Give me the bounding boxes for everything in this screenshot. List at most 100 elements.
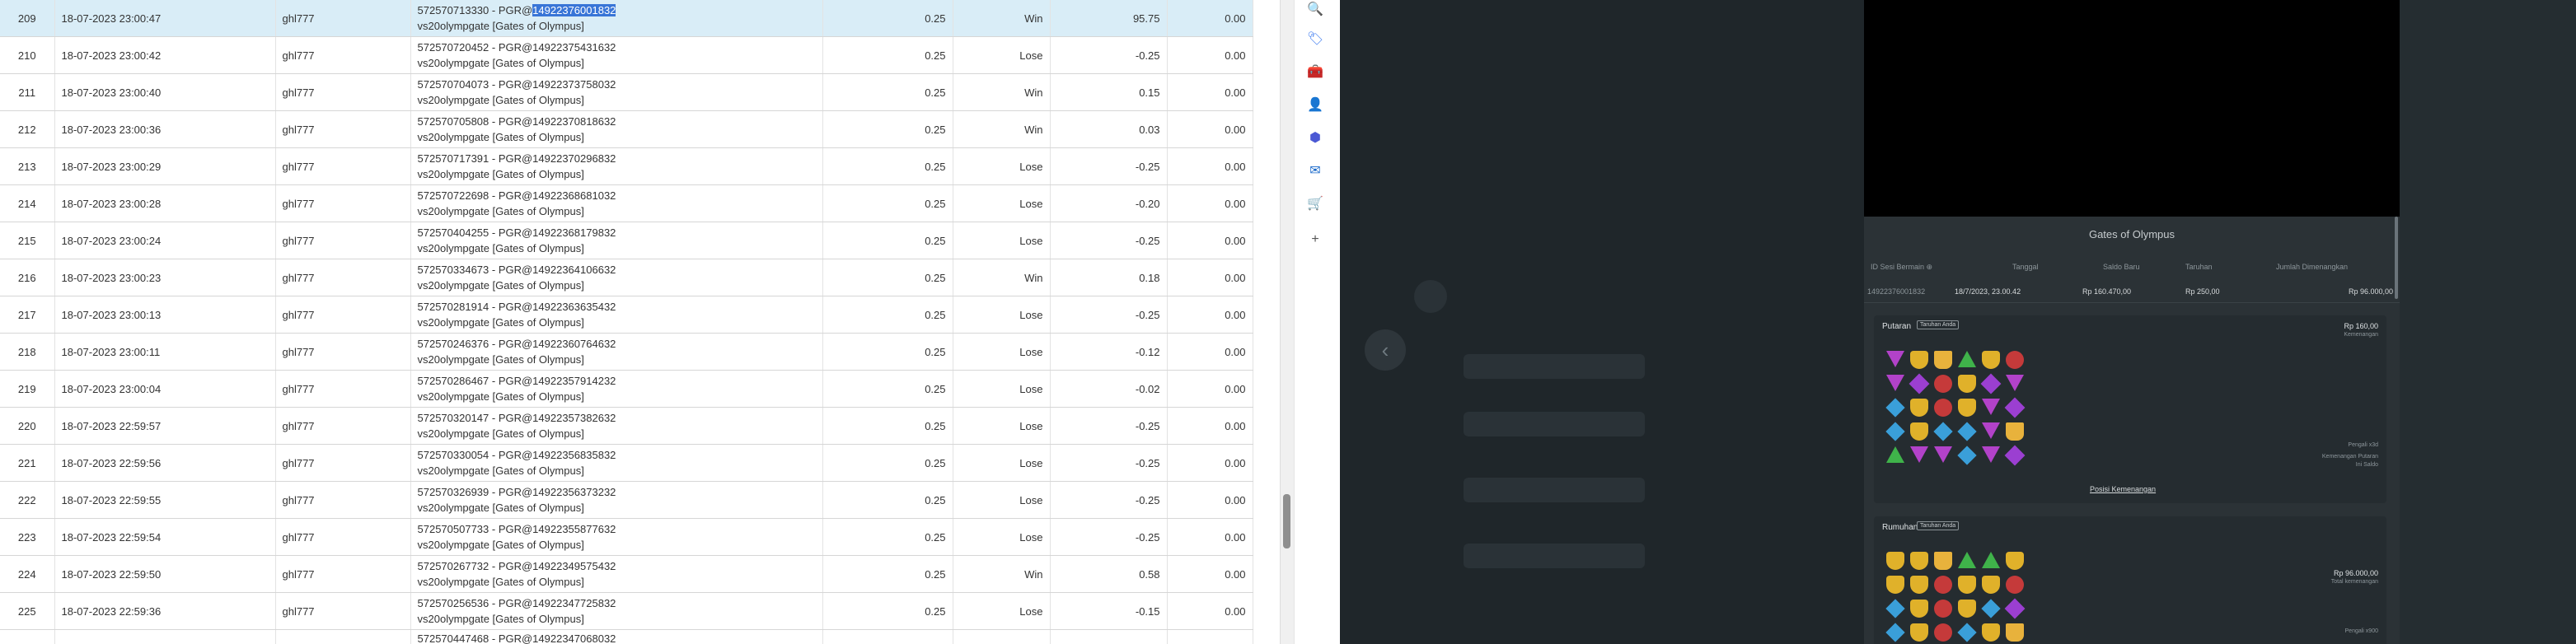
slot-symbol-icon xyxy=(1958,375,1976,393)
table-row[interactable]: 218 18-07-2023 23:00:11 ghl777 572570246… xyxy=(0,333,1253,371)
row-game[interactable]: 572570267732 - PGR@14922349575432 vs20ol… xyxy=(410,555,823,593)
scrollbar-thumb[interactable] xyxy=(1283,494,1290,548)
row-date xyxy=(54,629,276,644)
row-amount: 0.25 xyxy=(822,296,953,334)
table-row[interactable]: 212 18-07-2023 23:00:36 ghl777 572570705… xyxy=(0,110,1253,148)
game-id-line[interactable]: 572570256536 - PGR@14922347725832 xyxy=(418,595,816,611)
game-id-line[interactable]: 572570722698 - PGR@14922368681032 xyxy=(418,188,816,203)
row-game[interactable]: 572570717391 - PGR@14922370296832 vs20ol… xyxy=(410,147,823,185)
game-name: vs20olympgate [Gates of Olympus] xyxy=(417,390,584,403)
row-game[interactable]: 572570334673 - PGR@14922364106632 vs20ol… xyxy=(410,259,823,296)
row-user: ghl777 xyxy=(275,333,411,371)
slot-symbol-icon xyxy=(1886,375,1904,391)
table-row[interactable]: 214 18-07-2023 23:00:28 ghl777 572570722… xyxy=(0,184,1253,222)
toolbox-icon[interactable]: 🧰 xyxy=(1306,63,1324,81)
slot-symbol-icon xyxy=(1910,422,1928,441)
row-winloss: -0.25 xyxy=(1050,296,1168,334)
search-icon[interactable]: 🔍 xyxy=(1306,0,1324,18)
row-game[interactable]: 572570281914 - PGR@14922363635432 vs20ol… xyxy=(410,296,823,334)
row-date: 18-07-2023 22:59:50 xyxy=(54,555,276,593)
row-number: 225 xyxy=(0,592,55,630)
row-game[interactable]: 572570404255 - PGR@14922368179832 vs20ol… xyxy=(410,222,823,259)
game-id-line[interactable]: 572570334673 - PGR@14922364106632 xyxy=(418,262,816,278)
row-amount: 0.25 xyxy=(822,73,953,111)
outlook-icon[interactable]: ✉ xyxy=(1306,161,1324,180)
row-balance: 0.00 xyxy=(1167,481,1253,519)
row-game[interactable]: 572570256536 - PGR@14922347725832 vs20ol… xyxy=(410,592,823,630)
table-row[interactable]: 209 18-07-2023 23:00:47 ghl777 572570713… xyxy=(0,0,1253,37)
game-id-line[interactable]: 572570404255 - PGR@14922368179832 xyxy=(418,225,816,240)
game-id-line[interactable]: 572570286467 - PGR@14922357914232 xyxy=(418,373,816,389)
table-row[interactable]: 224 18-07-2023 22:59:50 ghl777 572570267… xyxy=(0,555,1253,593)
row-result: Win xyxy=(953,73,1051,111)
row-result: Lose xyxy=(953,518,1051,556)
settings-hex-icon[interactable]: ⬢ xyxy=(1306,128,1324,147)
slot-symbol-icon xyxy=(1910,623,1928,642)
game-id-line[interactable]: 572570704073 - PGR@14922373758032 xyxy=(418,77,816,92)
table-row[interactable]: 216 18-07-2023 23:00:23 ghl777 572570334… xyxy=(0,259,1253,296)
row-game[interactable]: 572570720452 - PGR@14922375431632 vs20ol… xyxy=(410,36,823,74)
tag-icon[interactable]: 🏷 xyxy=(1306,30,1324,48)
game-id-line[interactable]: 572570705808 - PGR@14922370818632 xyxy=(418,114,816,129)
table-row[interactable]: 572570447468 - PGR@14922347068032 xyxy=(0,629,1253,644)
game-id-line[interactable]: 572570326939 - PGR@14922356373232 xyxy=(418,484,816,500)
game-id-line[interactable]: 572570246376 - PGR@14922360764632 xyxy=(418,336,816,352)
game-id-line[interactable]: 572570267732 - PGR@14922349575432 xyxy=(418,558,816,574)
game-id-line[interactable]: 572570281914 - PGR@14922363635432 xyxy=(418,299,816,315)
header-won: Jumlah Dimenangkan xyxy=(2276,263,2349,271)
row-date: 18-07-2023 23:00:04 xyxy=(54,370,276,408)
table-row[interactable]: 211 18-07-2023 23:00:40 ghl777 572570704… xyxy=(0,73,1253,111)
game-id-line[interactable]: 572570330054 - PGR@14922356835832 xyxy=(418,447,816,463)
slot-symbol-icon xyxy=(1957,422,1977,441)
person-icon[interactable]: 👤 xyxy=(1306,96,1324,114)
transaction-table-pane: 209 18-07-2023 23:00:47 ghl777 572570713… xyxy=(0,0,1286,644)
game-id-line[interactable]: 572570720452 - PGR@14922375431632 xyxy=(418,40,816,55)
row-game[interactable]: 572570704073 - PGR@14922373758032 vs20ol… xyxy=(410,73,823,111)
row-game[interactable]: 572570246376 - PGR@14922360764632 vs20ol… xyxy=(410,333,823,371)
slot-symbol-icon xyxy=(1885,398,1905,418)
detail-scrollbar-thumb[interactable] xyxy=(2395,217,2398,299)
table-row[interactable]: 215 18-07-2023 23:00:24 ghl777 572570404… xyxy=(0,222,1253,259)
row-game[interactable]: 572570286467 - PGR@14922357914232 vs20ol… xyxy=(410,370,823,408)
row-game[interactable]: 572570722698 - PGR@14922368681032 vs20ol… xyxy=(410,184,823,222)
row-game[interactable]: 572570320147 - PGR@14922357382632 vs20ol… xyxy=(410,407,823,445)
game-name: vs20olympgate [Gates of Olympus] xyxy=(417,242,584,254)
game-history-overlay: ‹ Gates of Olympus ID Sesi Bermain ⊕ Tan… xyxy=(1340,0,2576,644)
row-game[interactable]: 572570713330 - PGR@14922376001832 vs20ol… xyxy=(410,0,823,37)
row-date: 18-07-2023 23:00:47 xyxy=(54,0,276,37)
table-row[interactable]: 225 18-07-2023 22:59:36 ghl777 572570256… xyxy=(0,592,1253,630)
table-row[interactable]: 210 18-07-2023 23:00:42 ghl777 572570720… xyxy=(0,36,1253,74)
game-id-line[interactable]: 572570447468 - PGR@14922347068032 xyxy=(418,631,816,644)
game-id-line[interactable]: 572570320147 - PGR@14922357382632 xyxy=(418,410,816,426)
table-scrollbar[interactable] xyxy=(1280,0,1294,644)
slot-symbol-icon xyxy=(1934,552,1952,570)
row-balance: 0.00 xyxy=(1167,333,1253,371)
win-positions-link[interactable]: Posisi Kemenangan xyxy=(2090,485,2156,493)
row-balance: 0.00 xyxy=(1167,592,1253,630)
table-row[interactable]: 222 18-07-2023 22:59:55 ghl777 572570326… xyxy=(0,481,1253,519)
table-row[interactable]: 217 18-07-2023 23:00:13 ghl777 572570281… xyxy=(0,296,1253,334)
slot-symbol-icon xyxy=(2004,397,2026,418)
table-row[interactable]: 220 18-07-2023 22:59:57 ghl777 572570320… xyxy=(0,407,1253,445)
row-game[interactable]: 572570705808 - PGR@14922370818632 vs20ol… xyxy=(410,110,823,148)
previous-arrow-button[interactable]: ‹ xyxy=(1365,329,1406,371)
row-game[interactable]: 572570507733 - PGR@14922355877632 vs20ol… xyxy=(410,518,823,556)
header-date: Tanggal xyxy=(2012,263,2039,271)
game-id-line[interactable]: 572570507733 - PGR@14922355877632 xyxy=(418,521,816,537)
row-game[interactable]: 572570326939 - PGR@14922356373232 vs20ol… xyxy=(410,481,823,519)
row-amount: 0.25 xyxy=(822,36,953,74)
row-game[interactable]: 572570447468 - PGR@14922347068032 xyxy=(410,629,823,644)
row-balance: 0.00 xyxy=(1167,110,1253,148)
table-row[interactable]: 223 18-07-2023 22:59:54 ghl777 572570507… xyxy=(0,518,1253,556)
game-id-line[interactable]: 572570717391 - PGR@14922370296832 xyxy=(418,151,816,166)
cart-icon[interactable]: 🛒 xyxy=(1306,194,1324,212)
row-user: ghl777 xyxy=(275,184,411,222)
table-row[interactable]: 219 18-07-2023 23:00:04 ghl777 572570286… xyxy=(0,370,1253,408)
plus-icon[interactable]: + xyxy=(1306,231,1324,249)
row-game[interactable]: 572570330054 - PGR@14922356835832 vs20ol… xyxy=(410,444,823,482)
slot-symbol-icon xyxy=(1934,446,1952,463)
game-id-line[interactable]: 572570713330 - PGR@14922376001832 xyxy=(418,2,816,18)
table-row[interactable]: 213 18-07-2023 23:00:29 ghl777 572570717… xyxy=(0,147,1253,185)
table-row[interactable]: 221 18-07-2023 22:59:56 ghl777 572570330… xyxy=(0,444,1253,482)
row-user: ghl777 xyxy=(275,147,411,185)
